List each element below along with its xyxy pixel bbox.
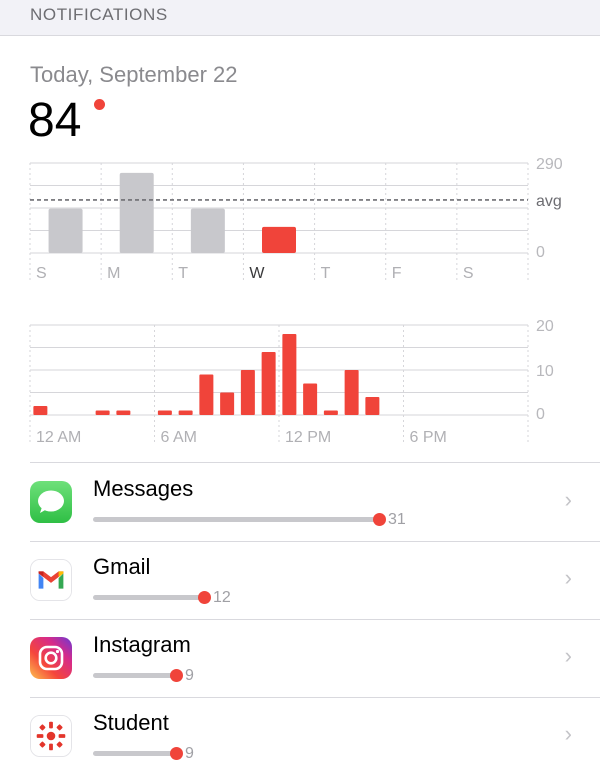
chevron-right-icon: › <box>564 487 572 512</box>
notification-count-label: 9 <box>185 667 194 684</box>
x-tick-label: 12 AM <box>36 429 81 446</box>
chart-bar <box>220 392 235 415</box>
weekly-chart[interactable]: 290 avg 0 S M T W T F S <box>0 155 600 290</box>
x-tick-label: W <box>249 265 265 282</box>
instagram-icon <box>30 637 72 679</box>
app-row-instagram[interactable]: Instagram 9 › <box>0 619 600 697</box>
x-tick-label: 12 PM <box>285 429 331 446</box>
chart-bar <box>48 208 83 253</box>
y-tick-label: 290 <box>536 156 563 173</box>
chart-bar <box>178 410 193 415</box>
notification-count-label: 9 <box>185 745 194 762</box>
student-icon <box>30 715 72 757</box>
y-tick-label: 0 <box>536 406 545 423</box>
chart-bar <box>199 374 214 415</box>
notification-count-label: 31 <box>388 511 406 528</box>
x-tick-label: S <box>36 265 47 282</box>
x-tick-label: T <box>178 265 188 282</box>
app-row-student[interactable]: Student 9 › <box>0 697 600 775</box>
date-label: Today, September 22 <box>30 62 238 87</box>
y-tick-label: avg <box>536 193 562 210</box>
section-header: NOTIFICATIONS <box>0 0 600 36</box>
notification-count-label: 12 <box>213 589 231 606</box>
x-tick-label: 6 PM <box>410 429 447 446</box>
chart-bar <box>33 406 48 415</box>
chart-bar <box>190 208 225 253</box>
x-tick-label: T <box>321 265 331 282</box>
chevron-right-icon: › <box>564 565 572 590</box>
x-tick-label: 6 AM <box>161 429 197 446</box>
y-tick-label: 20 <box>536 318 554 335</box>
messages-icon <box>30 481 72 523</box>
app-name: Gmail <box>93 554 151 579</box>
usage-bar <box>93 517 379 522</box>
section-title: NOTIFICATIONS <box>30 5 168 24</box>
usage-bar <box>93 673 176 678</box>
chart-bar <box>282 334 297 415</box>
chevron-right-icon: › <box>564 643 572 668</box>
app-row-gmail[interactable]: Gmail 12 › <box>0 541 600 619</box>
chart-bar <box>119 172 154 253</box>
usage-bar-dot <box>198 591 211 604</box>
usage-bar <box>93 595 204 600</box>
chevron-right-icon: › <box>564 721 572 746</box>
chart-bar <box>261 352 276 415</box>
chart-bar <box>95 410 110 415</box>
x-tick-label: M <box>107 265 120 282</box>
gmail-icon <box>30 559 72 601</box>
y-tick-label: 10 <box>536 363 554 380</box>
y-tick-label: 0 <box>536 244 545 261</box>
chart-bar <box>262 226 296 253</box>
usage-bar-dot <box>170 669 183 682</box>
chart-bar <box>116 410 131 415</box>
notification-count: 84 <box>28 94 82 147</box>
usage-bar-dot <box>170 747 183 760</box>
usage-bar-dot <box>373 513 386 526</box>
hourly-chart[interactable]: 20 10 0 12 AM 6 AM 12 PM 6 PM <box>0 315 600 450</box>
usage-bar <box>93 751 176 756</box>
app-name: Student <box>93 710 169 735</box>
chart-bar <box>323 410 338 415</box>
chart-bar <box>157 410 172 415</box>
count-indicator-dot <box>94 99 105 110</box>
app-name: Instagram <box>93 632 191 657</box>
chart-bar <box>365 397 380 415</box>
chart-bar <box>240 370 255 415</box>
app-name: Messages <box>93 476 194 501</box>
app-row-messages[interactable]: Messages 31 › <box>0 463 600 541</box>
x-tick-label: S <box>463 265 474 282</box>
chart-bar <box>344 370 359 415</box>
chart-bar <box>303 383 318 415</box>
x-tick-label: F <box>392 265 402 282</box>
